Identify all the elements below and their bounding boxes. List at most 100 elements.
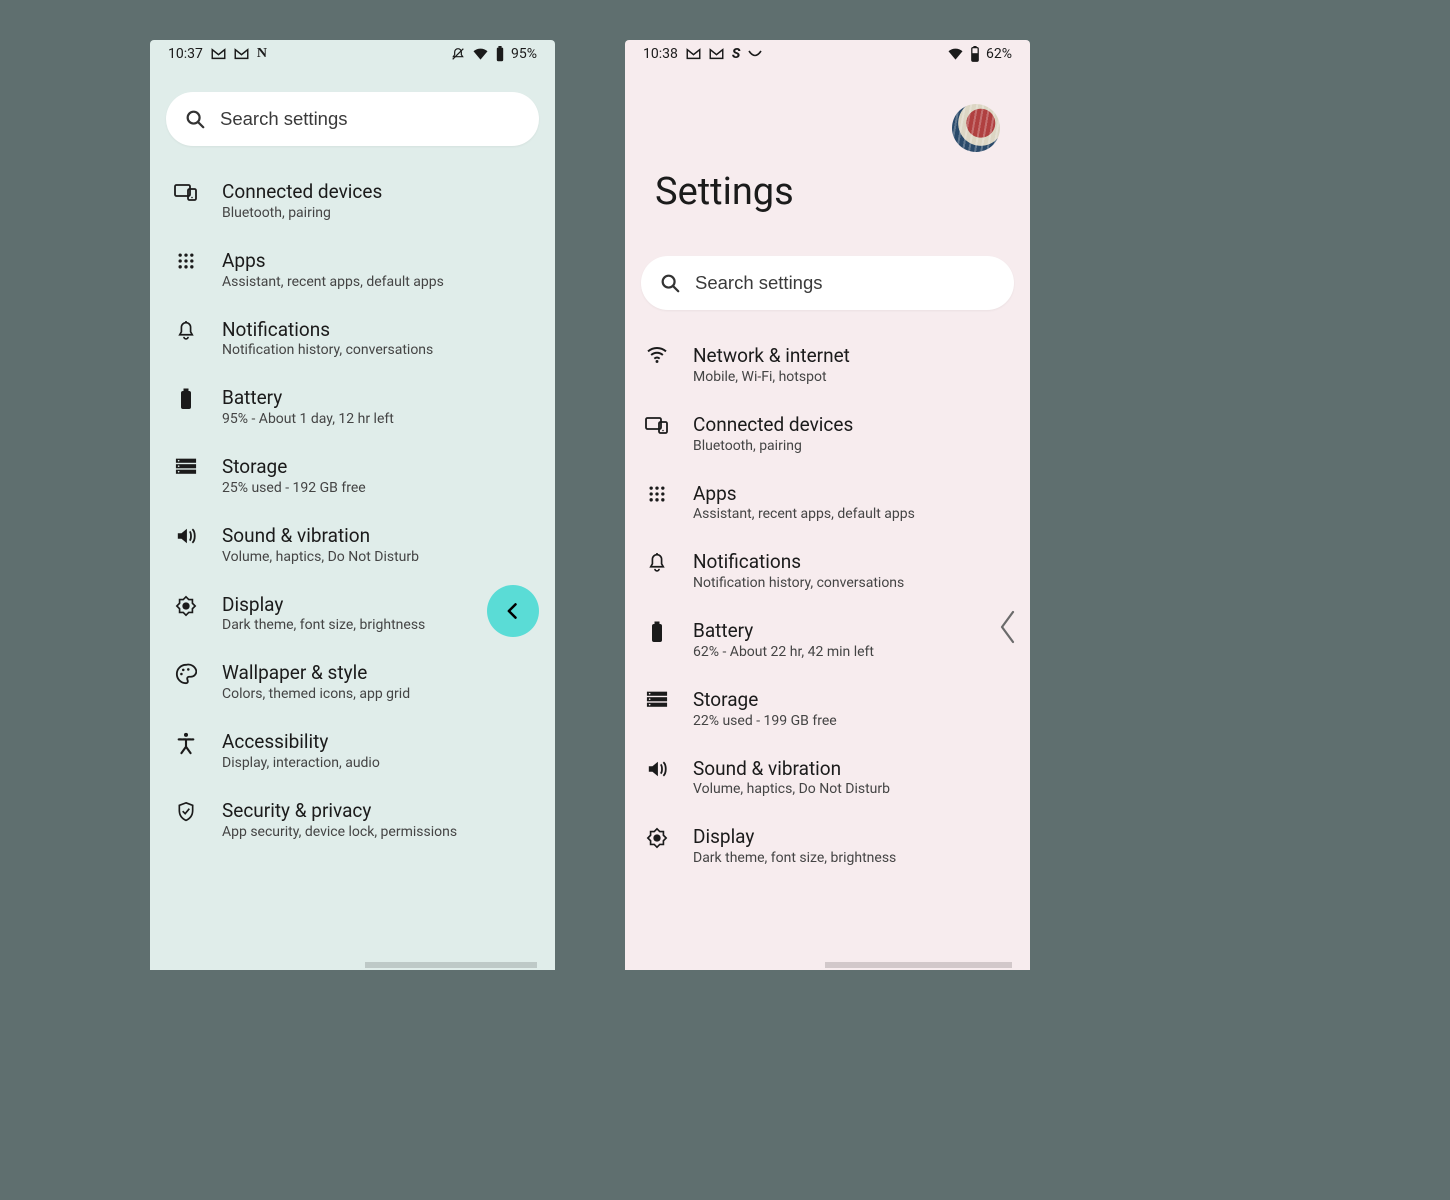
row-sub: Volume, haptics, Do Not Disturb <box>693 781 1012 797</box>
settings-item-connected-devices[interactable]: Connected devicesBluetooth, pairing <box>150 166 555 235</box>
status-bar: 10:38 S 62% <box>625 40 1030 68</box>
bottom-fade <box>365 962 537 968</box>
row-title: Battery <box>693 619 1012 643</box>
settings-item-notifications[interactable]: NotificationsNotification history, conve… <box>150 304 555 373</box>
row-sub: 22% used - 199 GB free <box>693 713 1012 729</box>
brightness-icon <box>172 593 200 617</box>
row-sub: Notification history, conversations <box>222 342 537 358</box>
devices-icon <box>172 180 200 202</box>
gmail-icon <box>211 48 226 60</box>
row-sub: Mobile, Wi-Fi, hotspot <box>693 369 1012 385</box>
wifi-icon <box>643 344 671 364</box>
row-sub: App security, device lock, permissions <box>222 824 537 840</box>
notification-overflow-icon <box>748 49 762 59</box>
sound-icon <box>643 757 671 779</box>
app-icon: S <box>732 46 740 62</box>
row-title: Notifications <box>222 318 537 342</box>
status-battery-text: 95% <box>511 46 537 62</box>
settings-item-battery[interactable]: Battery62% - About 22 hr, 42 min left <box>625 605 1030 674</box>
row-sub: Volume, haptics, Do Not Disturb <box>222 549 537 565</box>
phone-left: 10:37 N 95% Connected devicesBluetooth, … <box>150 40 555 970</box>
search-input[interactable] <box>695 272 996 294</box>
storage-icon <box>643 688 671 708</box>
netflix-icon: N <box>257 46 267 62</box>
settings-item-apps[interactable]: AppsAssistant, recent apps, default apps <box>625 468 1030 537</box>
settings-item-display[interactable]: DisplayDark theme, font size, brightness <box>625 811 1030 880</box>
settings-item-apps[interactable]: AppsAssistant, recent apps, default apps <box>150 235 555 304</box>
row-title: Apps <box>222 249 537 273</box>
status-time: 10:38 <box>643 46 678 62</box>
row-sub: Colors, themed icons, app grid <box>222 686 537 702</box>
status-time: 10:37 <box>168 46 203 62</box>
gmail-icon <box>686 48 701 60</box>
profile-avatar[interactable] <box>952 104 1000 152</box>
settings-item-connected-devices[interactable]: Connected devicesBluetooth, pairing <box>625 399 1030 468</box>
row-title: Notifications <box>693 550 1012 574</box>
row-title: Battery <box>222 386 537 410</box>
settings-item-sound[interactable]: Sound & vibrationVolume, haptics, Do Not… <box>150 510 555 579</box>
row-title: Sound & vibration <box>222 524 537 548</box>
row-title: Sound & vibration <box>693 757 1012 781</box>
battery-icon <box>970 46 980 62</box>
row-title: Wallpaper & style <box>222 661 537 685</box>
search-icon <box>184 108 206 130</box>
row-title: Accessibility <box>222 730 537 754</box>
bell-icon <box>172 318 200 342</box>
apps-grid-icon <box>643 482 671 504</box>
settings-item-sound[interactable]: Sound & vibrationVolume, haptics, Do Not… <box>625 743 1030 812</box>
row-sub: 95% - About 1 day, 12 hr left <box>222 411 537 427</box>
devices-icon <box>643 413 671 435</box>
page-title: Settings <box>625 152 1030 232</box>
accessibility-icon <box>172 730 200 756</box>
battery-icon <box>172 386 200 410</box>
bottom-fade <box>825 962 1012 968</box>
settings-item-accessibility[interactable]: AccessibilityDisplay, interaction, audio <box>150 716 555 785</box>
row-sub: 25% used - 192 GB free <box>222 480 537 496</box>
phone-right: 10:38 S 62% Settings Network & internetM… <box>625 40 1030 970</box>
row-sub: Notification history, conversations <box>693 575 1012 591</box>
palette-icon <box>172 661 200 685</box>
row-title: Storage <box>222 455 537 479</box>
brightness-icon <box>643 825 671 849</box>
status-bar: 10:37 N 95% <box>150 40 555 68</box>
settings-item-storage[interactable]: Storage25% used - 192 GB free <box>150 441 555 510</box>
status-battery-text: 62% <box>986 46 1012 62</box>
row-sub: Assistant, recent apps, default apps <box>222 274 537 290</box>
shield-icon <box>172 799 200 823</box>
settings-item-storage[interactable]: Storage22% used - 199 GB free <box>625 674 1030 743</box>
search-bar[interactable] <box>166 92 539 146</box>
row-sub: Dark theme, font size, brightness <box>693 850 1012 866</box>
row-title: Network & internet <box>693 344 1012 368</box>
row-title: Display <box>693 825 1012 849</box>
gmail-icon <box>234 48 249 60</box>
do-not-disturb-icon <box>450 46 466 62</box>
settings-item-network[interactable]: Network & internetMobile, Wi-Fi, hotspot <box>625 330 1030 399</box>
back-gesture-chevron[interactable] <box>998 610 1018 644</box>
battery-icon <box>495 46 505 62</box>
settings-item-wallpaper[interactable]: Wallpaper & styleColors, themed icons, a… <box>150 647 555 716</box>
row-sub: Display, interaction, audio <box>222 755 537 771</box>
settings-item-notifications[interactable]: NotificationsNotification history, conve… <box>625 536 1030 605</box>
storage-icon <box>172 455 200 475</box>
wifi-icon <box>472 47 489 61</box>
row-sub: Bluetooth, pairing <box>222 205 537 221</box>
row-sub: Assistant, recent apps, default apps <box>693 506 1012 522</box>
search-bar[interactable] <box>641 256 1014 310</box>
search-icon <box>659 272 681 294</box>
settings-item-battery[interactable]: Battery95% - About 1 day, 12 hr left <box>150 372 555 441</box>
settings-item-security[interactable]: Security & privacyApp security, device l… <box>150 785 555 854</box>
row-sub: Bluetooth, pairing <box>693 438 1012 454</box>
sound-icon <box>172 524 200 546</box>
row-title: Connected devices <box>222 180 537 204</box>
wifi-icon <box>947 47 964 61</box>
row-title: Connected devices <box>693 413 1012 437</box>
row-sub: 62% - About 22 hr, 42 min left <box>693 644 1012 660</box>
row-title: Security & privacy <box>222 799 537 823</box>
apps-grid-icon <box>172 249 200 271</box>
row-title: Apps <box>693 482 1012 506</box>
gmail-icon <box>709 48 724 60</box>
search-input[interactable] <box>220 108 521 130</box>
battery-icon <box>643 619 671 643</box>
row-title: Storage <box>693 688 1012 712</box>
back-button[interactable] <box>487 585 539 637</box>
